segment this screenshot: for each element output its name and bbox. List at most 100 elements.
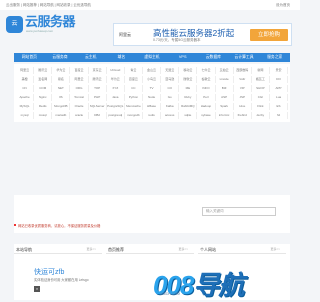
directory-link[interactable]: sybase bbox=[197, 112, 216, 119]
nav-item[interactable]: 云数据库 bbox=[198, 53, 229, 62]
directory-link[interactable]: 易名 bbox=[52, 76, 71, 83]
directory-link[interactable]: ASP bbox=[216, 94, 234, 101]
directory-link[interactable]: 百度云 bbox=[70, 67, 89, 74]
directory-link[interactable]: 亚马逊 bbox=[161, 76, 180, 83]
directory-link[interactable]: Linode bbox=[216, 76, 234, 83]
directory-link[interactable]: mariadb bbox=[52, 112, 71, 119]
nav-item[interactable]: 云服务商 bbox=[45, 53, 76, 62]
directory-link[interactable]: BIZ bbox=[216, 85, 234, 92]
directory-link[interactable]: 金山云 bbox=[143, 67, 162, 74]
directory-link[interactable]: mysql bbox=[16, 112, 35, 119]
directory-link[interactable]: 又拍云 bbox=[216, 67, 234, 74]
directory-link[interactable]: Kafka bbox=[161, 103, 180, 110]
directory-link[interactable]: mssql bbox=[34, 112, 53, 119]
directory-link[interactable]: Flink bbox=[252, 103, 270, 110]
directory-link[interactable]: Spark bbox=[216, 103, 234, 110]
top-links[interactable]: 云出服务 | 网站推荐 | 网站导航 | 网站收录 | 云优选导航 bbox=[6, 3, 91, 8]
directory-link[interactable]: 谷歌云 bbox=[197, 76, 216, 83]
directory-link[interactable]: ORG bbox=[70, 85, 89, 92]
directory-link[interactable]: HBase bbox=[143, 103, 162, 110]
directory-link[interactable]: informix bbox=[216, 112, 234, 119]
nav-item[interactable]: 云计算工具 bbox=[229, 53, 260, 62]
nav-item[interactable]: VPS bbox=[167, 53, 198, 62]
nav-item[interactable]: 域名 bbox=[106, 53, 137, 62]
directory-link[interactable]: VIP bbox=[234, 85, 252, 92]
directory-link[interactable]: MySQL bbox=[16, 103, 35, 110]
directory-link[interactable]: derby bbox=[252, 112, 270, 119]
directory-link[interactable]: CC bbox=[125, 85, 143, 92]
directory-link[interactable]: 京东云 bbox=[89, 67, 107, 74]
directory-link[interactable]: 移动云 bbox=[179, 67, 198, 74]
directory-link[interactable]: 华为云 bbox=[107, 76, 125, 83]
directory-link[interactable]: Python bbox=[125, 94, 143, 101]
directory-link[interactable]: Perl bbox=[197, 94, 216, 101]
directory-link[interactable]: ME bbox=[179, 85, 198, 92]
directory-link[interactable]: oracle bbox=[70, 112, 89, 119]
directory-link[interactable]: 西部数码 bbox=[234, 67, 252, 74]
directory-link[interactable]: CGI bbox=[252, 94, 270, 101]
directory-link[interactable]: sqlite bbox=[179, 112, 198, 119]
directory-link[interactable]: access bbox=[161, 112, 180, 119]
more-link[interactable]: 更多>> bbox=[270, 247, 280, 251]
directory-link[interactable]: Oracle bbox=[70, 103, 89, 110]
nav-item[interactable]: 云主机 bbox=[75, 53, 106, 62]
directory-link[interactable]: SQLServer bbox=[89, 103, 107, 110]
directory-link[interactable]: 爱名网 bbox=[34, 76, 53, 83]
directory-link[interactable]: Vultr bbox=[234, 76, 252, 83]
directory-link[interactable]: SHOP bbox=[252, 85, 270, 92]
directory-link[interactable]: 百度云 bbox=[125, 76, 143, 83]
directory-link[interactable]: Redis bbox=[34, 103, 53, 110]
directory-link[interactable]: PHP bbox=[89, 94, 107, 101]
directory-link[interactable]: RabbitMQ bbox=[179, 103, 198, 110]
buy-now-button[interactable]: 立即抢购 bbox=[250, 29, 288, 41]
nav-item[interactable]: 网站首页 bbox=[14, 53, 45, 62]
more-link[interactable]: 更多>> bbox=[178, 247, 188, 251]
directory-link[interactable]: APP bbox=[270, 85, 289, 92]
directory-link[interactable]: h2 bbox=[270, 112, 289, 119]
directory-link[interactable]: XYZ bbox=[107, 85, 125, 92]
directory-link[interactable]: DB2 bbox=[89, 112, 107, 119]
search-input[interactable]: 输入关键词 bbox=[202, 207, 276, 216]
directory-link[interactable]: NET bbox=[52, 85, 71, 92]
directory-link[interactable]: TOP bbox=[89, 85, 107, 92]
directory-link[interactable]: UCloud bbox=[107, 67, 125, 74]
directory-link[interactable]: Go bbox=[161, 94, 180, 101]
directory-link[interactable]: Tomcat bbox=[70, 94, 89, 101]
directory-link[interactable]: PostgreSQL bbox=[107, 103, 125, 110]
directory-link[interactable]: Java bbox=[107, 94, 125, 101]
directory-link[interactable]: Nginx bbox=[34, 94, 53, 101]
directory-link[interactable]: 新网 bbox=[252, 67, 270, 74]
set-homepage-link[interactable]: 设为首页 bbox=[276, 3, 290, 8]
promo-banner[interactable]: 阿里云 高性能云服务器2折起 0.73元/天，专属5G云服务器本 立即抢购 bbox=[113, 23, 292, 46]
directory-link[interactable]: postgresql bbox=[107, 112, 125, 119]
directory-link[interactable]: 美橙 bbox=[16, 76, 35, 83]
directory-link[interactable]: Node bbox=[143, 94, 162, 101]
directory-link[interactable]: 小鸟云 bbox=[143, 76, 162, 83]
directory-link[interactable]: 华为云 bbox=[52, 67, 71, 74]
nav-item[interactable]: 虚拟主机 bbox=[137, 53, 168, 62]
directory-link[interactable]: MongoDB bbox=[52, 103, 71, 110]
directory-link[interactable]: 天翼云 bbox=[161, 67, 180, 74]
directory-link[interactable]: 青云 bbox=[125, 67, 143, 74]
directory-link[interactable]: 搬瓦工 bbox=[252, 76, 270, 83]
directory-link[interactable]: INFO bbox=[197, 85, 216, 92]
directory-link[interactable]: Hive bbox=[234, 103, 252, 110]
directory-link[interactable]: Hadoop bbox=[197, 103, 216, 110]
directory-link[interactable]: 七牛云 bbox=[197, 67, 216, 74]
directory-link[interactable]: Lua bbox=[270, 94, 289, 101]
directory-link[interactable]: 腾讯云 bbox=[89, 76, 107, 83]
directory-link[interactable]: COM bbox=[34, 85, 53, 92]
directory-link[interactable]: 阿里云 bbox=[16, 67, 35, 74]
directory-link[interactable]: Apache bbox=[16, 94, 35, 101]
directory-link[interactable]: firebird bbox=[234, 112, 252, 119]
directory-link[interactable]: JSP bbox=[234, 94, 252, 101]
directory-link[interactable]: CN bbox=[16, 85, 35, 92]
site-logo[interactable]: 云 云服务器 www.yunfuwuqi.com bbox=[6, 15, 76, 35]
directory-link[interactable]: redis bbox=[143, 112, 162, 119]
close-icon[interactable]: × bbox=[34, 286, 40, 292]
directory-link[interactable]: Ruby bbox=[179, 94, 198, 101]
more-link[interactable]: 更多>> bbox=[86, 247, 96, 251]
directory-link[interactable]: mongodb bbox=[125, 112, 143, 119]
directory-link[interactable]: ES bbox=[270, 103, 289, 110]
directory-link[interactable]: IIS bbox=[52, 94, 71, 101]
